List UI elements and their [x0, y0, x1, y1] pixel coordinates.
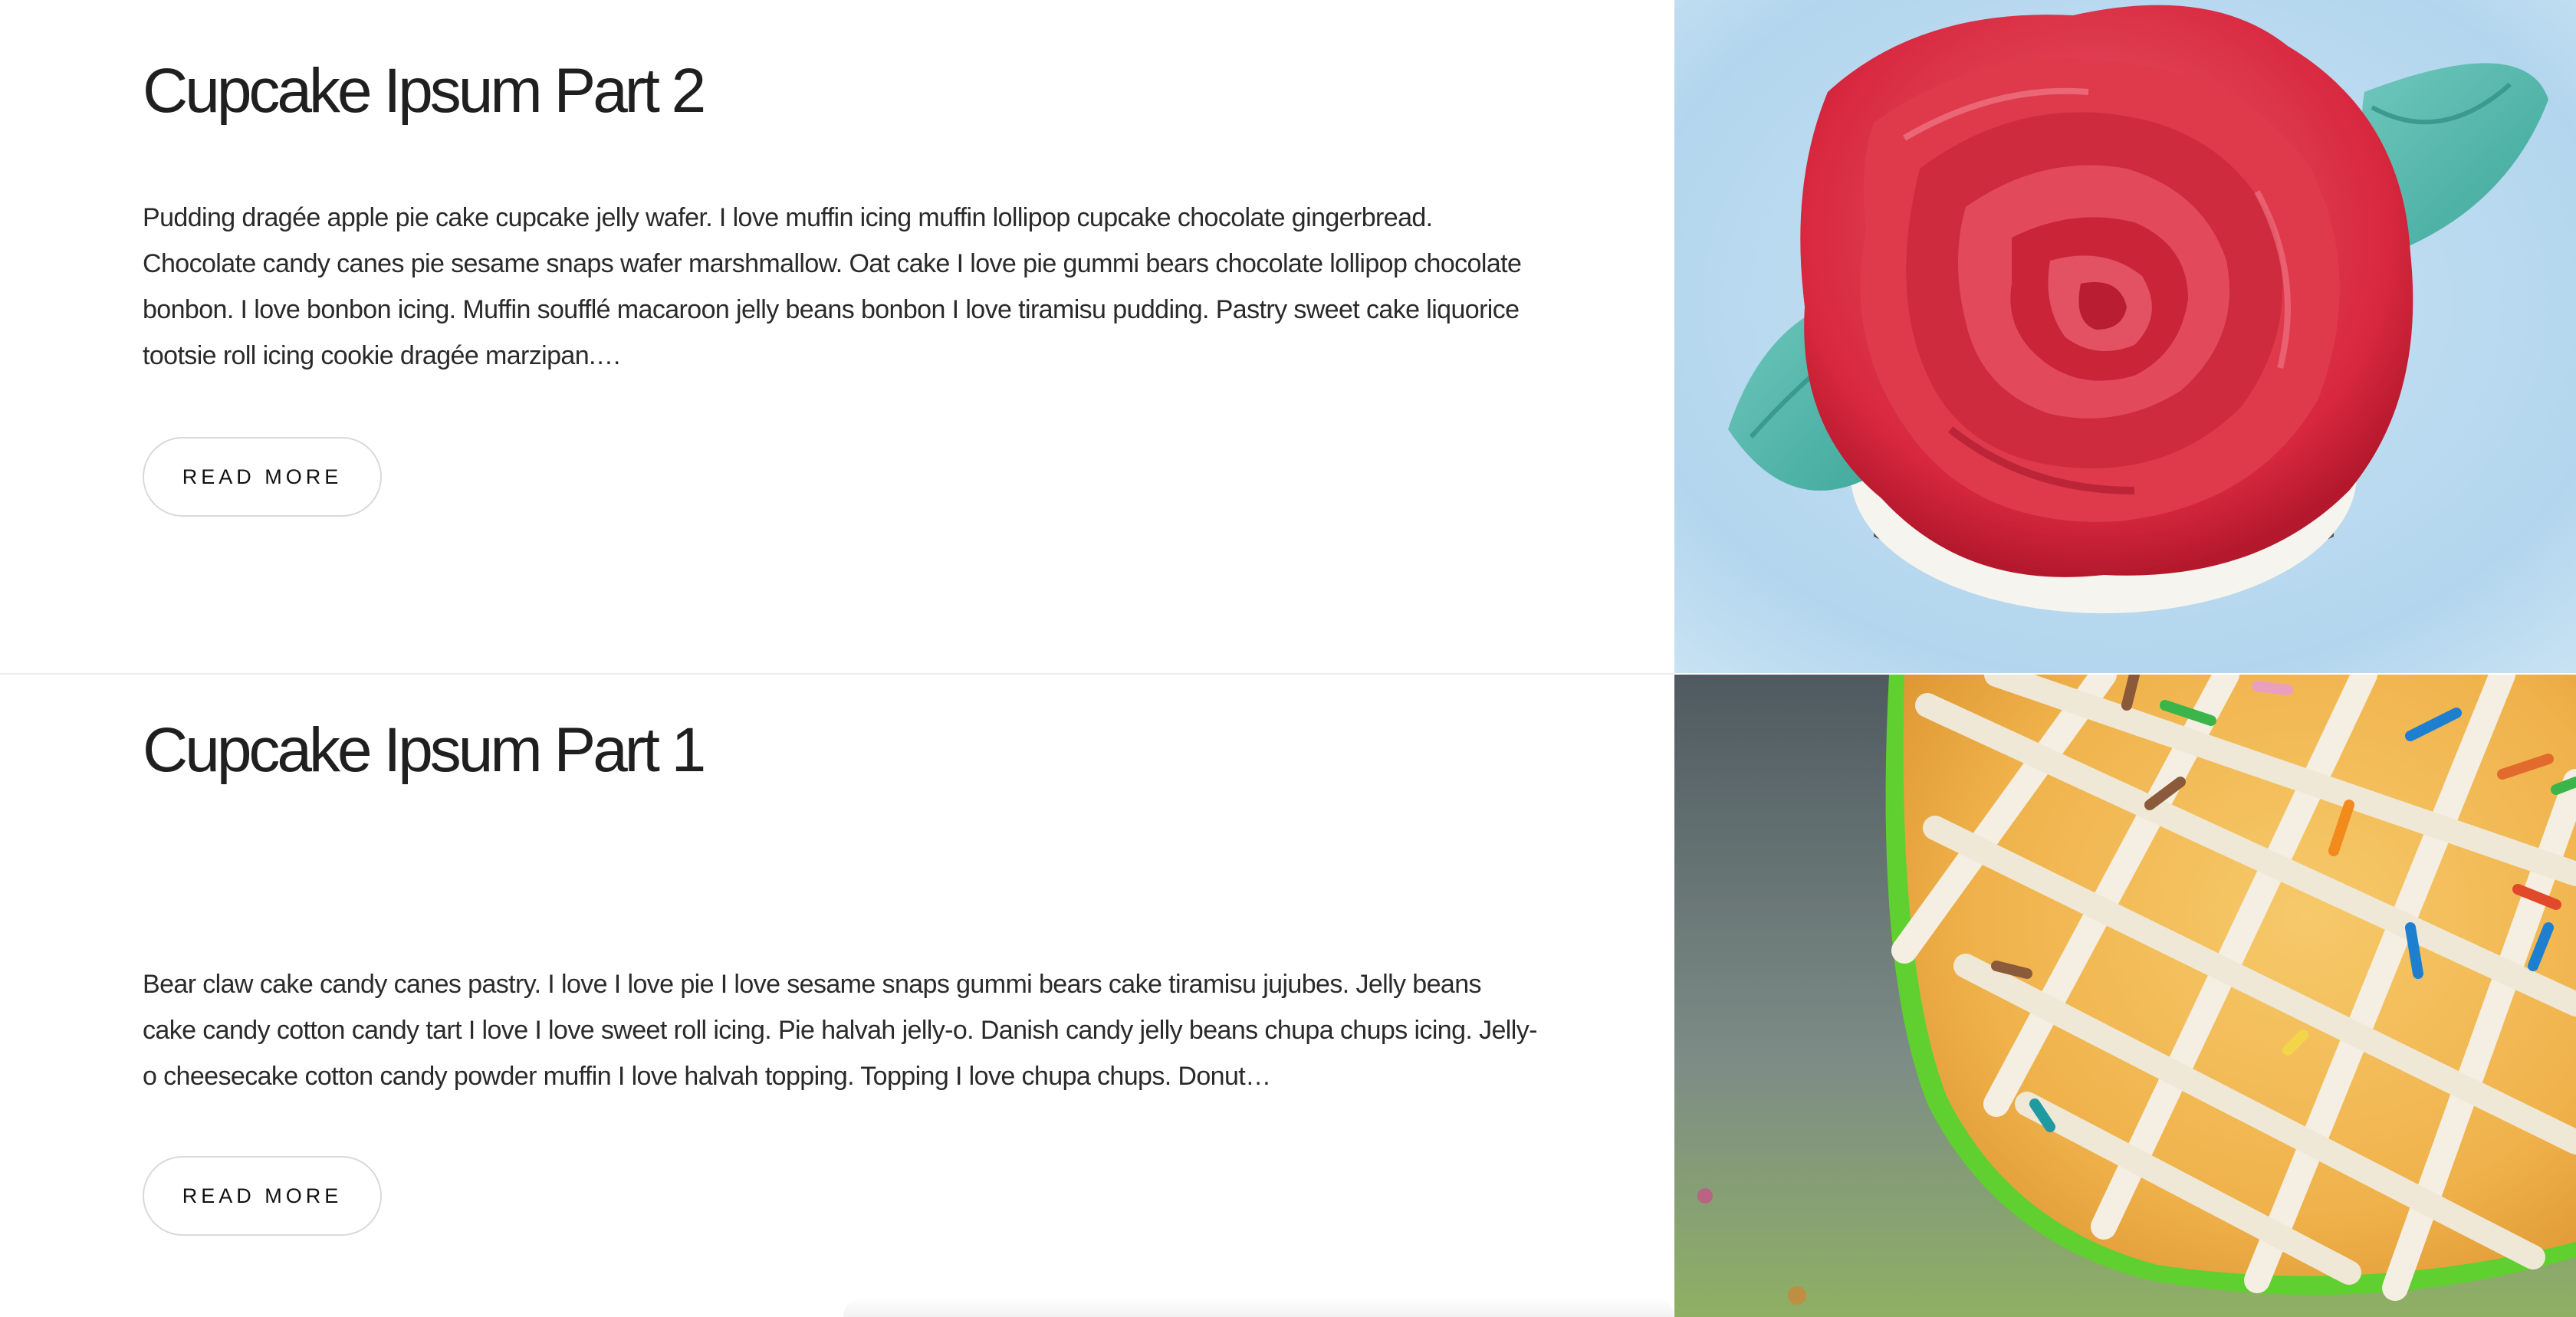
post-text-column: Cupcake Ipsum Part 2 Pudding dragée appl…	[0, 0, 1674, 673]
blog-post-list: Cupcake Ipsum Part 2 Pudding dragée appl…	[0, 0, 2576, 1317]
post-title[interactable]: Cupcake Ipsum Part 2	[143, 55, 706, 127]
post-text-column: Cupcake Ipsum Part 1 Bear claw cake cand…	[0, 675, 1674, 1317]
scroll-shadow	[843, 1297, 1674, 1317]
read-more-button[interactable]: READ MORE	[143, 437, 382, 517]
lattice-cupcake-image	[1674, 675, 2576, 1317]
post-card: Cupcake Ipsum Part 2 Pudding dragée appl…	[0, 0, 2576, 673]
post-excerpt: Pudding dragée apple pie cake cupcake je…	[143, 203, 1522, 370]
read-more-button[interactable]: READ MORE	[143, 1156, 382, 1236]
post-title[interactable]: Cupcake Ipsum Part 1	[143, 714, 706, 787]
post-excerpt: Bear claw cake candy canes pastry. I lov…	[143, 970, 1537, 1091]
post-featured-image[interactable]	[1674, 675, 2576, 1317]
post-card: Cupcake Ipsum Part 1 Bear claw cake cand…	[0, 675, 2576, 1317]
post-featured-image[interactable]	[1674, 0, 2576, 673]
rose-cupcake-image	[1674, 0, 2576, 673]
